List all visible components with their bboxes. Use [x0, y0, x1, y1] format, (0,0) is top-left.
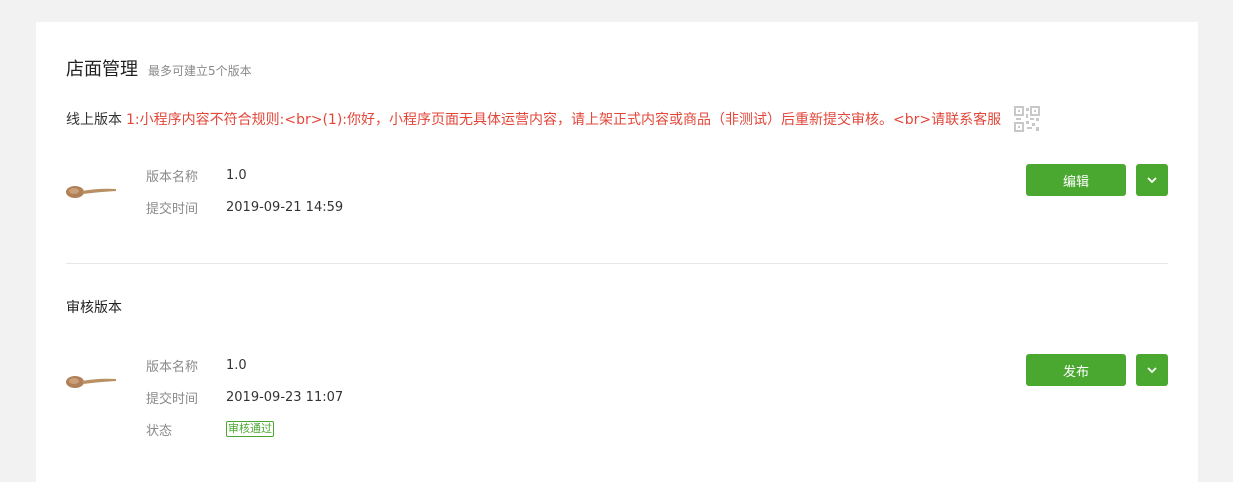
online-more-dropdown-button[interactable]: [1136, 164, 1168, 196]
page-subtitle: 最多可建立5个版本: [148, 64, 252, 78]
submit-time-value: 2019-09-23 11:07: [226, 389, 344, 405]
section-divider: [66, 263, 1168, 264]
submit-time-label: 提交时间: [146, 201, 199, 217]
qrcode-icon[interactable]: [1014, 106, 1041, 132]
version-name-value: 1.0: [226, 357, 247, 373]
status-badge: 审核通过: [226, 421, 274, 437]
edit-button[interactable]: 编辑: [1026, 164, 1126, 196]
online-version-info: 版本名称 1.0 提交时间 2019-09-21 14:59: [146, 159, 343, 223]
rejection-message: 1:小程序内容不符合规则:<br>(1):你好，小程序页面无具体运营内容，请上架…: [126, 112, 1002, 128]
online-version-row: 线上版本 1:小程序内容不符合规则:<br>(1):你好，小程序页面无具体运营内…: [66, 106, 1166, 132]
page-title: 店面管理: [66, 59, 138, 80]
review-version-block: 版本名称 1.0 提交时间 2019-09-23 11:07 状态 审核通过 发…: [66, 352, 1168, 462]
store-management-card: 店面管理 最多可建立5个版本 线上版本 1:小程序内容不符合规则:<br>(1)…: [36, 22, 1198, 482]
spoon-thumbnail: [66, 376, 116, 388]
online-version-label: 线上版本: [66, 112, 122, 128]
status-label: 状态: [146, 423, 173, 439]
submit-time-value: 2019-09-21 14:59: [226, 199, 344, 215]
review-section-title: 审核版本: [66, 300, 122, 316]
chevron-down-icon: [1147, 177, 1157, 184]
review-version-info: 版本名称 1.0 提交时间 2019-09-23 11:07 状态 审核通过: [146, 349, 343, 445]
version-name-label: 版本名称: [146, 169, 199, 185]
spoon-thumbnail: [66, 186, 116, 198]
publish-button[interactable]: 发布: [1026, 354, 1126, 386]
online-version-block: 版本名称 1.0 提交时间 2019-09-21 14:59 编辑: [66, 162, 1168, 242]
review-more-dropdown-button[interactable]: [1136, 354, 1168, 386]
version-name-value: 1.0: [226, 167, 247, 183]
submit-time-label: 提交时间: [146, 391, 199, 407]
title-row: 店面管理 最多可建立5个版本: [66, 55, 252, 81]
chevron-down-icon: [1147, 367, 1157, 374]
version-name-label: 版本名称: [146, 359, 199, 375]
